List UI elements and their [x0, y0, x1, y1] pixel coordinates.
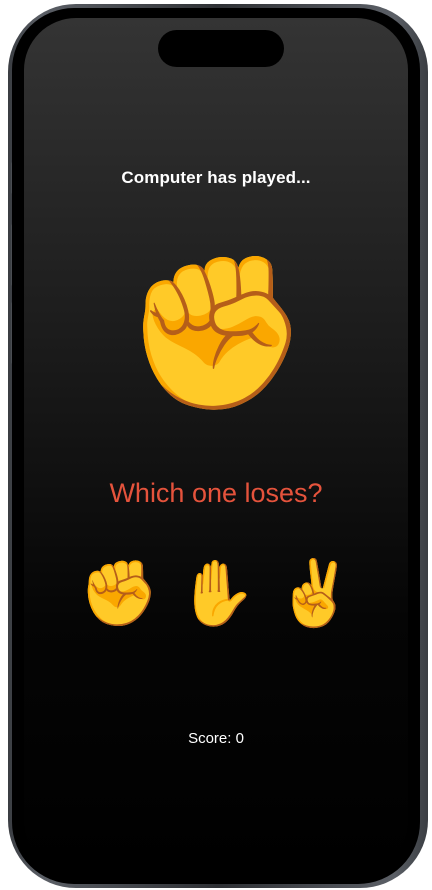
rock-button[interactable]: ✊ — [79, 553, 159, 633]
computer-move-fist-icon: ✊ — [122, 248, 310, 416]
scissors-button[interactable]: ✌️ — [275, 553, 355, 633]
dynamic-island — [158, 30, 284, 67]
score-label: Score: 0 — [188, 730, 244, 747]
question-prompt: Which one loses? — [109, 478, 323, 508]
app-screen: Computer has played... ✊ Which one loses… — [24, 18, 408, 874]
computer-played-label: Computer has played... — [121, 168, 311, 187]
choice-buttons: ✊ ✋ ✌️ — [24, 553, 408, 633]
paper-button[interactable]: ✋ — [177, 553, 257, 633]
